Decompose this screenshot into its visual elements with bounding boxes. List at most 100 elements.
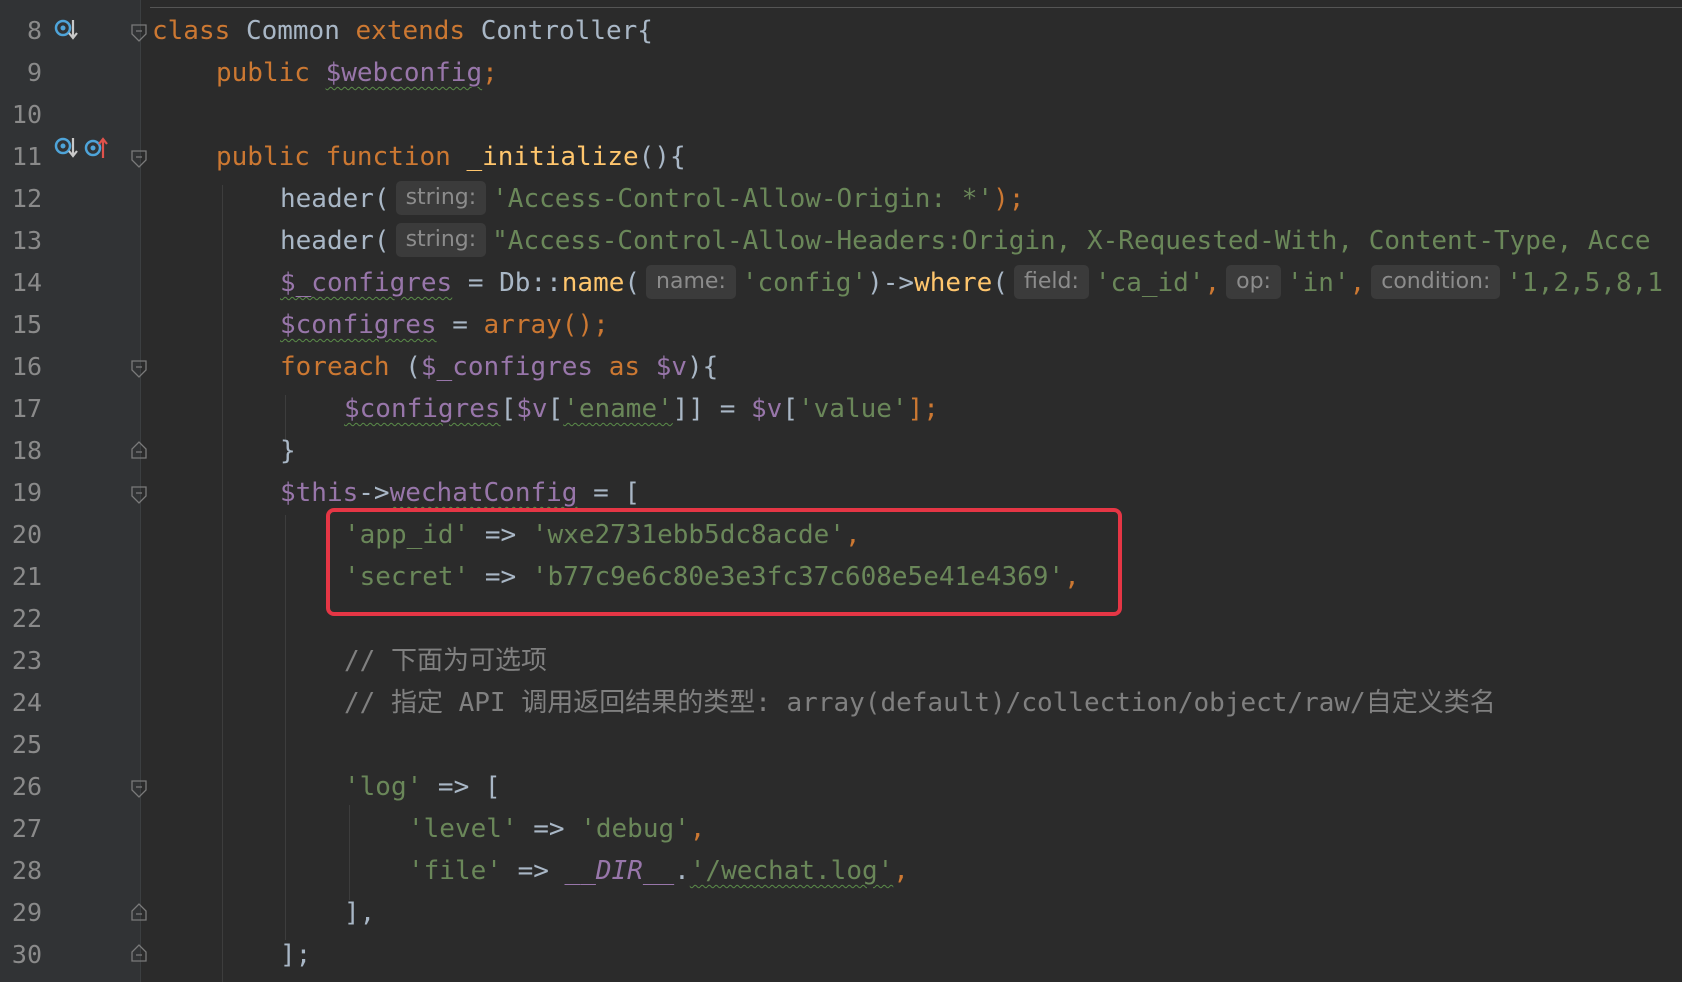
call-header: header( <box>280 226 390 256</box>
code-line-17: $configres[$v['ename']] = $v['value']; <box>344 388 939 430</box>
line-number[interactable]: 21 <box>0 556 42 598</box>
line-number[interactable]: 12 <box>0 178 42 220</box>
call-header: header( <box>280 184 390 214</box>
fold-toggle-icon[interactable] <box>131 24 147 42</box>
code-line-9: public $webconfig; <box>216 52 498 94</box>
code-line-8: class Common extends Controller{ <box>152 10 653 52</box>
string-literal: 'Access-Control-Allow-Origin: *' <box>492 184 994 214</box>
var-v: $v <box>516 394 548 424</box>
line-number[interactable]: 17 <box>0 388 42 430</box>
code-line-18: } <box>280 430 296 472</box>
fn-where: where <box>914 268 993 298</box>
fn-name: name <box>561 268 625 298</box>
var-v: $v <box>655 352 688 382</box>
class-name: Common <box>245 16 340 46</box>
line-number[interactable]: 27 <box>0 808 42 850</box>
kw-public: public <box>216 142 310 172</box>
code-line-27: 'level' => 'debug', <box>408 808 705 850</box>
line-number[interactable]: 23 <box>0 640 42 682</box>
code-line-14: $_configres = Db::name(name:'config')->w… <box>280 262 1663 304</box>
comma: , <box>893 856 909 886</box>
param-hint: op: <box>1226 264 1281 299</box>
fold-toggle-icon[interactable] <box>131 780 147 798</box>
var-configres: $configres <box>344 394 501 424</box>
paren: ( <box>992 268 1008 298</box>
fold-end-icon[interactable] <box>131 903 147 921</box>
fold-end-icon[interactable] <box>131 944 147 962</box>
fold-toggle-icon[interactable] <box>131 360 147 378</box>
kw-public: public <box>216 58 310 88</box>
line-number[interactable]: 9 <box>0 52 42 94</box>
line-number[interactable]: 14 <box>0 262 42 304</box>
line-number[interactable]: 24 <box>0 682 42 724</box>
var-configres-raw: $_configres <box>420 352 594 382</box>
param-hint: string: <box>395 180 487 215</box>
line-number[interactable]: 15 <box>0 304 42 346</box>
line-number[interactable]: 18 <box>0 430 42 472</box>
line-number[interactable]: 19 <box>0 472 42 514</box>
code-editor[interactable]: class Common extends Controller{ public … <box>152 0 1682 982</box>
line-number[interactable]: 10 <box>0 94 42 136</box>
kw-array: array <box>483 310 562 340</box>
assign-op: = Db:: <box>452 268 562 298</box>
line-number[interactable]: 11 <box>0 136 42 178</box>
param-hint: condition: <box>1371 264 1501 299</box>
arrow-op: => <box>517 814 581 844</box>
line-number[interactable]: 29 <box>0 892 42 934</box>
paren-brace: (){ <box>638 142 686 172</box>
line-end: ]; <box>907 394 939 424</box>
line-number[interactable]: 20 <box>0 514 42 556</box>
line-number[interactable]: 28 <box>0 850 42 892</box>
assign-open: => [ <box>422 772 501 802</box>
code-line-30: ]; <box>280 934 311 976</box>
closing-bracket: ]; <box>280 940 312 970</box>
string-literal: '1,2,5,8,1 <box>1506 268 1663 298</box>
string-literal: 'ca_id' <box>1094 268 1205 298</box>
method-name: _initialize <box>466 142 639 172</box>
closing-brace: } <box>280 436 296 466</box>
closing-bracket: ], <box>344 898 376 928</box>
code-line-11: public function _initialize(){ <box>216 136 686 178</box>
line-number[interactable]: 26 <box>0 766 42 808</box>
param-hint: name: <box>646 264 736 299</box>
prop-wechat-config: wechatConfig <box>389 478 578 508</box>
string-literal: 'value' <box>798 394 908 424</box>
string-literal: 'ename' <box>563 394 673 424</box>
paren: ( <box>389 352 421 382</box>
key-level: 'level' <box>408 814 518 844</box>
arrow-op: => <box>501 856 565 886</box>
implements-method-icon-2[interactable] <box>54 135 80 161</box>
fold-toggle-icon[interactable] <box>131 150 147 168</box>
line-number[interactable]: 25 <box>0 724 42 766</box>
overrides-method-icon[interactable] <box>84 135 110 161</box>
arrow-op: )-> <box>867 268 915 298</box>
kw-extends: extends <box>355 16 466 46</box>
line-number[interactable]: 16 <box>0 346 42 388</box>
line-number[interactable]: 22 <box>0 598 42 640</box>
code-line-15: $configres = array(); <box>280 304 609 346</box>
line-end: ); <box>993 184 1025 214</box>
bracket: [ <box>547 394 564 424</box>
kw-as: as <box>593 352 656 382</box>
fold-end-icon[interactable] <box>131 441 147 459</box>
bracket: [ <box>782 394 798 424</box>
code-line-26: 'log' => [ <box>344 766 501 808</box>
line-number[interactable]: 8 <box>0 10 42 52</box>
bracket: [ <box>500 394 517 424</box>
string-literal: 'in' <box>1286 268 1350 298</box>
highlight-box <box>326 508 1122 616</box>
var-configres: $configres <box>280 310 437 340</box>
kw-function: function <box>325 142 451 172</box>
arrow-op: -> <box>358 478 390 508</box>
semicolon: ; <box>482 58 498 88</box>
line-number[interactable]: 13 <box>0 220 42 262</box>
line-end: (); <box>561 310 609 340</box>
value-level: 'debug' <box>580 814 690 844</box>
key-log: 'log' <box>344 772 423 802</box>
implements-method-icon[interactable] <box>54 17 80 43</box>
line-number[interactable]: 30 <box>0 934 42 976</box>
key-file: 'file' <box>408 856 502 886</box>
assign-op: = <box>436 310 484 340</box>
code-line-29: ], <box>344 892 375 934</box>
fold-toggle-icon[interactable] <box>131 486 147 504</box>
